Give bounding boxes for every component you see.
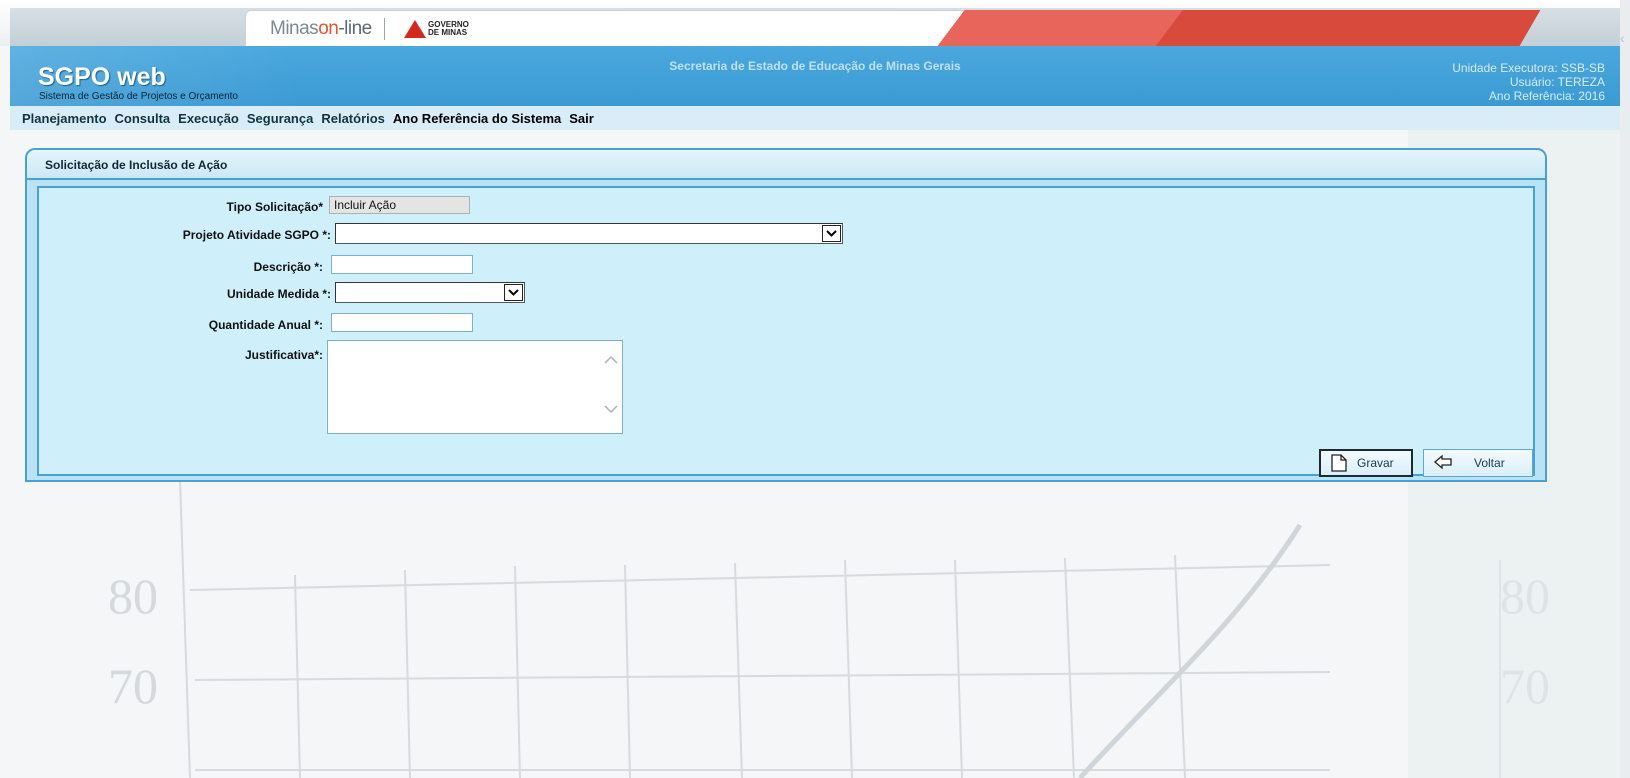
project-select[interactable] [335, 223, 843, 244]
project-label: Projeto Atividade SGPO *: [182, 228, 331, 242]
justification-textarea[interactable] [327, 340, 623, 434]
executing-unit: Unidade Executora: SSB-SB [1452, 61, 1605, 75]
scroll-down-icon[interactable] [604, 405, 618, 419]
new-document-icon [1331, 454, 1347, 472]
menu-item-consulta[interactable]: Consulta [115, 111, 171, 126]
description-label: Descrição *: [253, 260, 323, 274]
banner-red-stripe [919, 10, 1541, 46]
organization-name: Secretaria de Estado de Educação de Mina… [669, 59, 961, 73]
annual-quantity-label: Quantidade Anual *: [208, 318, 323, 332]
form-body: Tipo Solicitação* Incluir Ação Projeto A… [37, 186, 1535, 477]
user-info: Unidade Executora: SSB-SB Usuário: TEREZ… [1452, 61, 1605, 103]
chevron-down-icon[interactable] [822, 225, 841, 242]
triangle-icon [404, 20, 426, 38]
logo-part-on: on [318, 18, 339, 39]
scroll-chevron-icon: ‹ [1620, 30, 1625, 46]
app-subtitle: Sistema de Gestão de Projetos e Orçament… [39, 91, 238, 102]
main-menu: Planejamento Consulta Execução Segurança… [10, 106, 1620, 130]
menu-item-sair[interactable]: Sair [569, 111, 594, 126]
menu-item-relatorios[interactable]: Relatórios [321, 111, 385, 126]
request-type-field: Incluir Ação [329, 196, 470, 214]
menu-item-execucao[interactable]: Execução [178, 111, 239, 126]
annual-quantity-input[interactable] [331, 313, 473, 332]
request-type-label: Tipo Solicitação* [226, 200, 323, 214]
back-button-label: Voltar [1474, 456, 1505, 470]
unit-select[interactable] [335, 282, 525, 303]
app-header: SGPO web Sistema de Gestão de Projetos e… [10, 46, 1620, 106]
gov-logo-line2: DE MINAS [428, 28, 468, 37]
chevron-down-icon[interactable] [504, 284, 523, 301]
user-name: Usuário: TEREZA [1509, 75, 1605, 89]
arrow-left-icon [1434, 454, 1452, 472]
save-button[interactable]: Gravar [1319, 449, 1413, 477]
chart-tick-70-left: 70 [108, 658, 158, 714]
back-button[interactable]: Voltar [1423, 449, 1533, 477]
logo-part-line: -line [338, 18, 372, 39]
governo-minas-logo[interactable]: GOVERNO DE MINAS [404, 20, 469, 38]
portal-banner: Minason-line GOVERNO DE MINAS [0, 0, 1630, 46]
panel-title: Solicitação de Inclusão de Ação [27, 150, 1545, 180]
logo-part-minas: Minas [270, 18, 319, 39]
description-input[interactable] [331, 255, 473, 274]
request-form-panel: Solicitação de Inclusão de Ação Tipo Sol… [25, 148, 1547, 482]
scrollbar-edge[interactable]: ‹ [1620, 0, 1630, 778]
menu-item-planejamento[interactable]: Planejamento [22, 111, 107, 126]
save-button-label: Gravar [1357, 456, 1394, 470]
justification-label: Justificativa*: [244, 348, 323, 362]
minas-online-logo[interactable]: Minason-line [270, 18, 372, 40]
chart-tick-80-left: 80 [108, 568, 158, 624]
scroll-up-icon[interactable] [604, 355, 618, 369]
reference-year: Ano Referência: 2016 [1488, 89, 1605, 103]
logo-divider [384, 18, 385, 40]
menu-item-ano-referencia[interactable]: Ano Referência do Sistema [393, 111, 561, 126]
unit-label: Unidade Medida *: [226, 287, 331, 301]
menu-item-seguranca[interactable]: Segurança [247, 111, 313, 126]
